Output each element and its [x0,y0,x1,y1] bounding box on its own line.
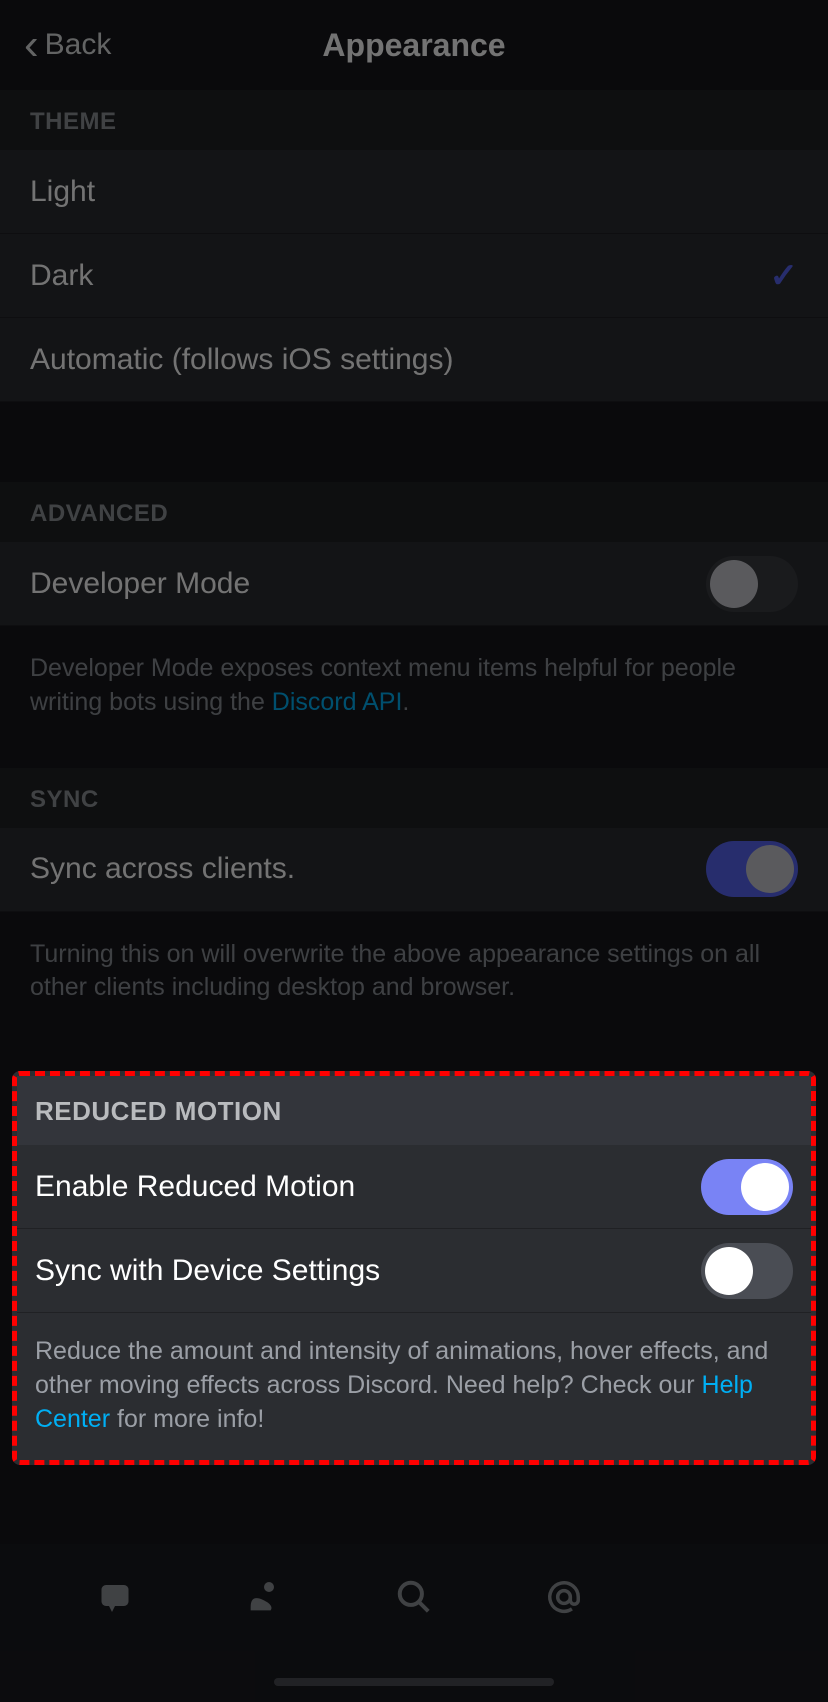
back-button[interactable]: ‹ Back [24,23,111,67]
enable-reduced-motion-row[interactable]: Enable Reduced Motion [17,1145,811,1229]
page-title: Appearance [322,27,505,64]
developer-mode-toggle[interactable] [706,556,798,612]
back-label: Back [45,28,112,62]
toggle-knob [710,560,758,608]
toggle-knob [705,1247,753,1295]
sync-clients-row[interactable]: Sync across clients. [0,828,828,912]
reduced-motion-section: REDUCED MOTION Enable Reduced Motion Syn… [12,1071,816,1465]
header: ‹ Back Appearance [0,0,828,90]
discord-api-link[interactable]: Discord API [272,688,403,716]
chevron-left-icon: ‹ [24,23,39,67]
spacer [0,740,828,768]
enable-reduced-motion-toggle[interactable] [701,1159,793,1215]
developer-mode-row[interactable]: Developer Mode [0,542,828,626]
reduced-motion-desc: Reduce the amount and intensity of anima… [17,1313,811,1460]
mentions-tab-icon[interactable] [543,1576,585,1618]
spacer [0,1025,828,1071]
theme-option-dark[interactable]: Dark ✓ [0,234,828,318]
theme-label: Dark [30,259,93,293]
spacer [0,402,828,482]
discord-tab-icon[interactable] [94,1576,136,1618]
checkmark-icon: ✓ [770,256,799,296]
section-header-sync: SYNC [0,768,828,828]
sync-device-settings-row[interactable]: Sync with Device Settings [17,1229,811,1313]
sync-clients-toggle[interactable] [706,841,798,897]
theme-label: Automatic (follows iOS settings) [30,343,453,377]
toggle-knob [746,845,794,893]
enable-reduced-motion-label: Enable Reduced Motion [35,1170,355,1204]
toggle-knob [741,1163,789,1211]
friends-tab-icon[interactable] [243,1576,285,1618]
sync-device-settings-toggle[interactable] [701,1243,793,1299]
sync-desc: Turning this on will overwrite the above… [0,912,828,1026]
sync-device-settings-label: Sync with Device Settings [35,1254,380,1288]
theme-label: Light [30,175,95,209]
sync-clients-label: Sync across clients. [30,852,295,886]
developer-mode-desc: Developer Mode exposes context menu item… [0,626,828,740]
search-tab-icon[interactable] [393,1576,435,1618]
section-header-reduced-motion: REDUCED MOTION [17,1076,811,1145]
home-indicator [274,1678,554,1686]
theme-option-automatic[interactable]: Automatic (follows iOS settings) [0,318,828,402]
developer-mode-label: Developer Mode [30,567,250,601]
section-header-advanced: ADVANCED [0,482,828,542]
tab-bar [0,1544,828,1702]
section-header-theme: THEME [0,90,828,150]
theme-option-light[interactable]: Light [0,150,828,234]
